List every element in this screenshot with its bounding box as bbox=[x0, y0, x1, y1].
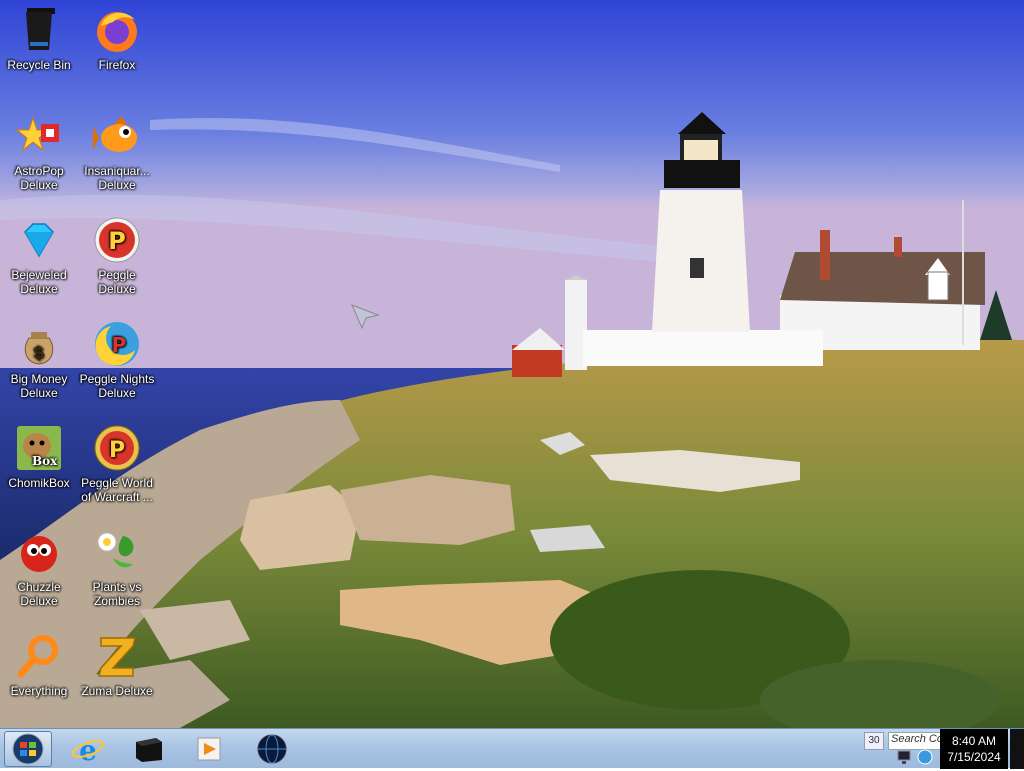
everything-search-icon bbox=[17, 635, 58, 678]
desktop-icon-peggle-nights[interactable]: P Peggle Nights Deluxe bbox=[78, 320, 156, 400]
app-black-box-icon bbox=[136, 738, 162, 762]
desktop-icon-label: Chuzzle Deluxe bbox=[17, 580, 61, 608]
desktop-icon-label: Insaniquar... Deluxe bbox=[84, 164, 150, 192]
globe-icon bbox=[257, 734, 287, 764]
taskbar-media-player[interactable] bbox=[190, 732, 226, 766]
taskbar-internet-explorer[interactable]: e bbox=[70, 732, 106, 767]
desktop-icon-label: Bejeweled Deluxe bbox=[11, 268, 67, 296]
system-tray: 30 Search Co 8:40 AM 7/15/2024 bbox=[862, 729, 1024, 769]
start-button[interactable] bbox=[4, 731, 52, 767]
desktop-icon-label: Firefox bbox=[98, 58, 136, 72]
clock-date: 7/15/2024 bbox=[947, 750, 1001, 764]
plants-vs-zombies-icon bbox=[97, 532, 134, 568]
windows-logo-icon bbox=[12, 733, 44, 765]
taskbar-clock[interactable]: 8:40 AM 7/15/2024 bbox=[940, 729, 1008, 769]
desktop-icon-label: Peggle Deluxe bbox=[98, 268, 136, 296]
svg-text:e: e bbox=[79, 734, 97, 766]
bejeweled-icon bbox=[24, 223, 54, 258]
desktop-icon-bejeweled[interactable]: Bejeweled Deluxe bbox=[0, 216, 78, 296]
desktop-icon-label: Zuma Deluxe bbox=[81, 684, 153, 698]
chomikbox-badge: Box bbox=[32, 454, 58, 468]
svg-text:$: $ bbox=[33, 343, 44, 362]
big-money-icon: $ bbox=[24, 332, 54, 365]
desktop-icon-everything[interactable]: Everything bbox=[0, 632, 78, 698]
desktop-icon-label: Peggle Nights Deluxe bbox=[79, 372, 155, 400]
peggle-nights-icon: P bbox=[95, 322, 139, 366]
tray-counter[interactable]: 30 bbox=[864, 732, 884, 750]
recycle-bin-icon bbox=[26, 8, 55, 50]
desktop-icon-zuma[interactable]: Zuma Deluxe bbox=[78, 632, 156, 698]
svg-text:P: P bbox=[108, 227, 126, 255]
peggle-icon: P bbox=[94, 217, 140, 263]
desktop-icon-astropop[interactable]: AstroPop Deluxe bbox=[0, 112, 78, 192]
desktop-icon-recycle-bin[interactable]: Recycle Bin bbox=[0, 6, 78, 72]
chuzzle-icon bbox=[21, 536, 57, 572]
tray-search-input[interactable]: Search Co bbox=[888, 732, 944, 750]
firefox-icon bbox=[97, 12, 137, 52]
svg-text:P: P bbox=[112, 333, 127, 357]
peggle-wow-icon: P bbox=[94, 425, 140, 471]
desktop-icon-label: AstroPop Deluxe bbox=[14, 164, 64, 192]
clock-time: 8:40 AM bbox=[951, 734, 997, 748]
taskbar-app-black-box[interactable] bbox=[130, 732, 166, 766]
desktop-icon-peggle[interactable]: P Peggle Deluxe bbox=[78, 216, 156, 296]
internet-explorer-icon: e bbox=[71, 734, 105, 767]
desktop-icon-label: Everything bbox=[10, 684, 68, 698]
desktop-icon-firefox[interactable]: Firefox bbox=[78, 6, 156, 72]
desktop-icon-label: Peggle World of Warcraft ... bbox=[81, 476, 153, 504]
taskbar: e 30 Search Co 8:40 AM 7/15/2024 bbox=[0, 728, 1024, 769]
update-icon[interactable] bbox=[916, 749, 934, 765]
show-desktop-button[interactable] bbox=[1010, 729, 1024, 769]
desktop-icon-label: Plants vs Zombies bbox=[92, 580, 142, 608]
desktop-icon-label: Recycle Bin bbox=[7, 58, 71, 72]
media-player-icon bbox=[197, 737, 221, 761]
desktop-icon-label: Big Money Deluxe bbox=[10, 372, 68, 400]
desktop-icon-chomikbox[interactable]: Box ChomikBox bbox=[0, 424, 78, 490]
desktop-icon-chuzzle[interactable]: Chuzzle Deluxe bbox=[0, 528, 78, 608]
desktop-icon-insaniquarium[interactable]: Insaniquar... Deluxe bbox=[78, 112, 156, 192]
desktop-icon-plants-vs-zombies[interactable]: Plants vs Zombies bbox=[78, 528, 156, 608]
svg-text:P: P bbox=[109, 438, 125, 463]
desktop-icon-big-money[interactable]: $ Big Money Deluxe bbox=[0, 320, 78, 400]
network-icon[interactable] bbox=[896, 749, 914, 765]
desktop-icon-peggle-wow[interactable]: P Peggle World of Warcraft ... bbox=[78, 424, 156, 504]
taskbar-globe[interactable] bbox=[254, 732, 290, 766]
desktop-icon-label: ChomikBox bbox=[8, 476, 70, 490]
zuma-icon bbox=[98, 637, 136, 677]
insaniquarium-icon bbox=[93, 116, 137, 152]
astropop-icon bbox=[15, 116, 59, 152]
